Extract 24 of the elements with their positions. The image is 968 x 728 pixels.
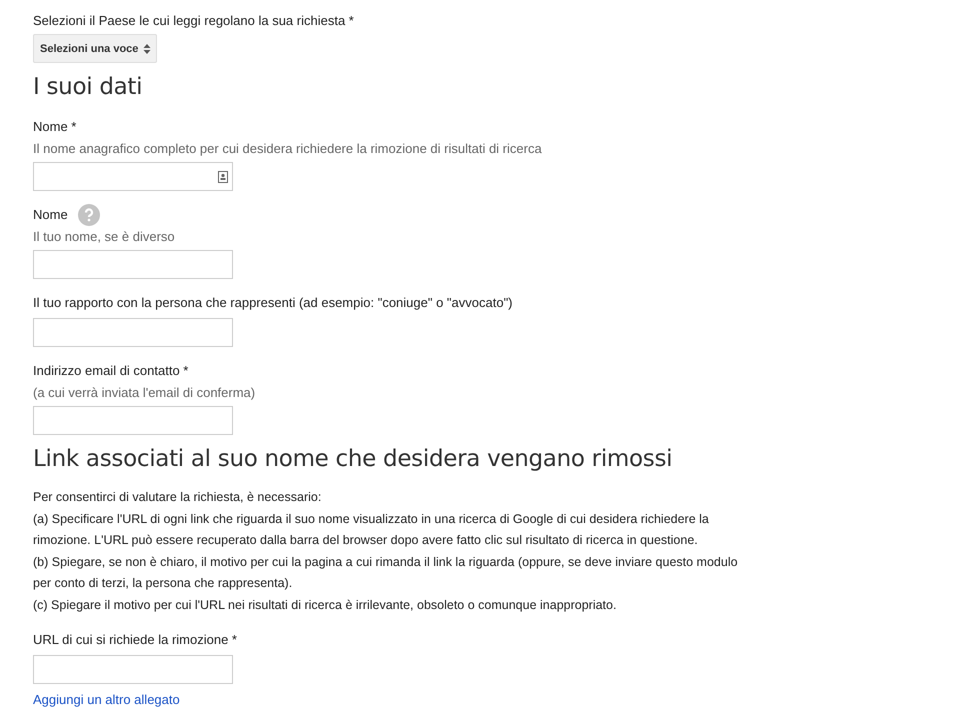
text-input[interactable] <box>33 406 233 435</box>
section-heading: Link associati al suo nome che desidera vengano rimossi <box>33 445 674 474</box>
field-hint: Il nome anagrafico completo per cui desidera richiedere la rimozione di risultati di ricerca <box>33 140 543 158</box>
field-hint: (a cui verrà inviata l'email di conferma) <box>33 384 256 402</box>
field-label: Indirizzo email di contatto * <box>33 362 188 380</box>
text-input[interactable] <box>33 250 233 279</box>
text-input[interactable] <box>33 318 233 347</box>
country-select[interactable]: Selezioni una voce <box>33 34 158 63</box>
up-down-arrows-icon <box>143 42 152 54</box>
instruction-text: (c) Spiegare il motivo per cui l'URL nei risultati di ricerca è irrilevante, obsoleto o comunque inappropriato. <box>33 596 618 614</box>
help-icon[interactable] <box>78 204 100 226</box>
field-label: URL di cui si richiede la rimozione * <box>33 631 237 649</box>
instruction-text: (a) Specificare l'URL di ogni link che riguarda il suo nome visualizzato in una ricerca di Google di cui desidera richiedere la rimozione. L'URL può essere recuperato dalla barra del browser dopo avere fatto clic sul risultato di ricerca in questione. <box>33 510 710 549</box>
field-hint: Il tuo nome, se è diverso <box>33 228 176 246</box>
field-label: Nome <box>33 206 68 224</box>
add-attachment-link[interactable]: Aggiungi un altro allegato <box>33 692 180 707</box>
section-heading: I suoi dati <box>33 73 144 102</box>
field-label: Selezioni il Paese le cui leggi regolano la sua richiesta * <box>33 12 355 30</box>
field-label: Il tuo rapporto con la persona che rappresenti (ad esempio: "coniuge" o "avvocato") <box>33 294 513 312</box>
text-input[interactable] <box>33 162 233 191</box>
field-label: Nome * <box>33 118 76 136</box>
instruction-text: Per consentirci di valutare la richiesta, è necessario: <box>33 489 322 506</box>
text-input[interactable] <box>33 655 233 684</box>
instruction-text: (b) Spiegare, se non è chiaro, il motivo per cui la pagina a cui rimanda il link la riguarda (oppure, se deve inviare questo modulo per conto di terzi, la persona che rappresenta). <box>33 554 739 592</box>
